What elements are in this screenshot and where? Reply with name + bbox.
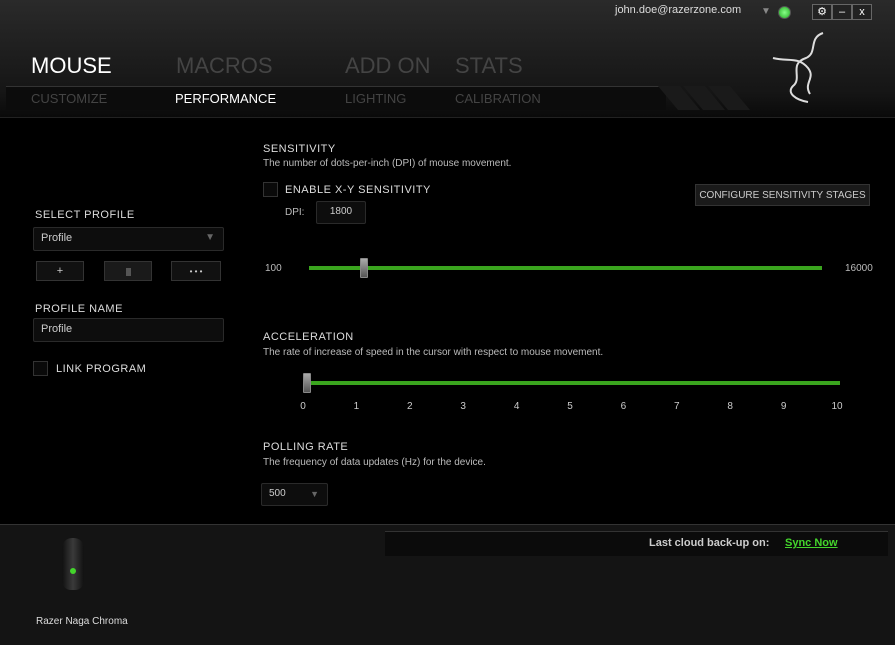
subtab-calibration[interactable]: CALIBRATION	[455, 91, 541, 106]
acceleration-description: The rate of increase of speed in the cur…	[263, 347, 604, 358]
sensitivity-slider-thumb[interactable]	[359, 258, 368, 278]
acceleration-tick: 7	[674, 401, 680, 412]
profile-name-input[interactable]: Profile	[33, 318, 224, 342]
plus-icon: +	[56, 265, 64, 277]
status-indicator-icon	[778, 6, 791, 19]
tab-add-on[interactable]: ADD ON	[345, 53, 431, 79]
sensitivity-slider-track[interactable]	[309, 266, 822, 270]
subtab-performance[interactable]: PERFORMANCE	[175, 91, 276, 106]
enable-xy-label: ENABLE X-Y SENSITIVITY	[285, 184, 431, 196]
configure-sensitivity-stages-button[interactable]: CONFIGURE SENSITIVITY STAGES	[695, 184, 870, 206]
subtab-customize[interactable]: CUSTOMIZE	[31, 91, 107, 106]
acceleration-tick: 0	[300, 401, 306, 412]
minimize-button[interactable]: –	[832, 4, 852, 20]
tab-macros[interactable]: MACROS	[176, 53, 273, 79]
razer-logo-icon	[70, 568, 76, 574]
close-icon: x	[859, 6, 865, 18]
account-dropdown-icon[interactable]: ▼	[761, 6, 771, 17]
link-program-checkbox[interactable]	[33, 361, 48, 376]
sensitivity-max: 16000	[845, 263, 873, 274]
acceleration-tick: 6	[620, 401, 627, 412]
minimize-icon: –	[838, 6, 846, 18]
acceleration-tick: 5	[567, 401, 573, 412]
enable-xy-checkbox[interactable]	[263, 182, 278, 197]
backup-label: Last cloud back-up on:	[649, 537, 770, 549]
sensitivity-title: SENSITIVITY	[263, 143, 336, 155]
user-email[interactable]: john.doe@razerzone.com	[615, 4, 741, 16]
dpi-input[interactable]: 1800	[316, 201, 366, 224]
profile-name-label: PROFILE NAME	[35, 303, 123, 315]
chevron-down-icon: ▼	[310, 489, 319, 499]
acceleration-tick: 9	[780, 401, 787, 412]
mouse-device-image[interactable]	[62, 538, 84, 590]
acceleration-tick: 3	[460, 401, 466, 412]
subtab-lighting[interactable]: LIGHTING	[345, 91, 406, 106]
settings-button[interactable]: ⚙	[812, 4, 832, 20]
sensitivity-min: 100	[265, 263, 282, 274]
polling-rate-value: 500	[269, 488, 286, 499]
sync-now-link[interactable]: Sync Now	[785, 537, 838, 549]
trash-icon	[125, 268, 131, 276]
acceleration-tick: 1	[353, 401, 360, 412]
gear-icon: ⚙	[817, 6, 827, 18]
acceleration-tick: 8	[727, 401, 733, 412]
acceleration-tick: 4	[513, 401, 520, 412]
acceleration-tick: 10	[831, 401, 843, 412]
acceleration-title: ACCELERATION	[263, 331, 354, 343]
more-options-button[interactable]: • • •	[171, 261, 221, 281]
delete-profile-button[interactable]	[104, 261, 152, 281]
link-program-label: LINK PROGRAM	[56, 363, 147, 375]
polling-rate-select[interactable]: 500 ▼	[261, 483, 328, 506]
close-button[interactable]: x	[852, 4, 872, 20]
tab-mouse[interactable]: MOUSE	[31, 53, 112, 79]
razer-logo-icon	[772, 32, 824, 103]
acceleration-slider-track[interactable]	[303, 381, 840, 385]
polling-rate-description: The frequency of data updates (Hz) for t…	[263, 457, 486, 468]
profile-select[interactable]: Profile ▼	[33, 227, 224, 251]
dpi-label: DPI:	[285, 207, 305, 218]
sensitivity-description: The number of dots-per-inch (DPI) of mou…	[263, 158, 512, 169]
polling-rate-title: POLLING RATE	[263, 441, 349, 453]
acceleration-slider-thumb[interactable]	[303, 373, 311, 393]
select-profile-label: SELECT PROFILE	[35, 209, 135, 221]
more-icon: • • •	[189, 267, 203, 276]
chevron-down-icon: ▼	[205, 232, 215, 243]
profile-select-value: Profile	[41, 232, 73, 244]
tab-stats[interactable]: STATS	[455, 53, 523, 79]
add-profile-button[interactable]: +	[36, 261, 84, 281]
acceleration-tick: 2	[407, 401, 413, 412]
device-name: Razer Naga Chroma	[36, 616, 128, 627]
